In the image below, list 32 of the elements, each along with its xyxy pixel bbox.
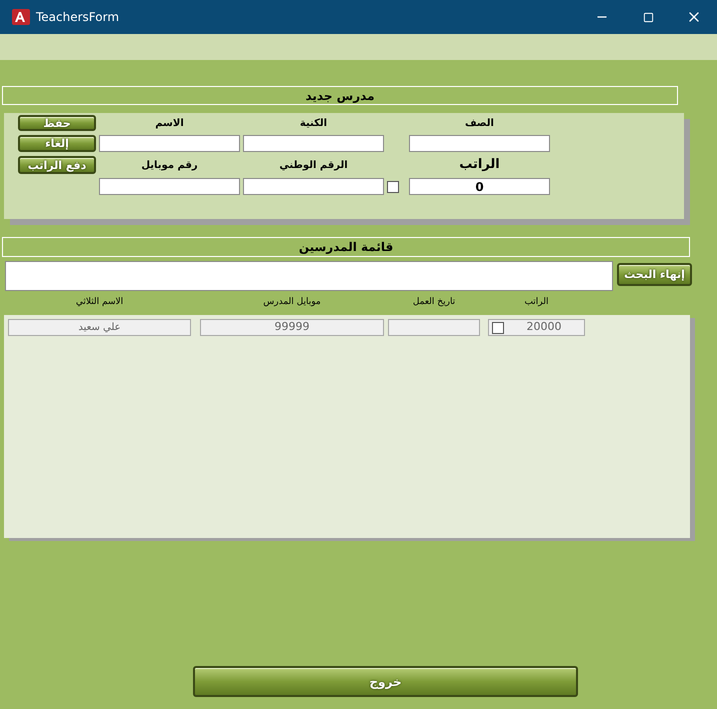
field-label: الصف bbox=[465, 116, 494, 130]
table-cell: 99999 bbox=[200, 319, 384, 336]
row-checkbox[interactable] bbox=[492, 322, 504, 334]
salary-value: 20000 bbox=[526, 319, 562, 336]
field-label: الراتب bbox=[459, 156, 500, 174]
input-field[interactable] bbox=[99, 135, 240, 152]
section-header: قائمة المدرسين bbox=[2, 237, 690, 257]
form-button[interactable]: حفظ bbox=[18, 115, 96, 131]
input-field[interactable]: 0 bbox=[409, 178, 550, 195]
search-button[interactable]: إنهاء البحث bbox=[617, 263, 692, 286]
form-button[interactable]: إلغاء bbox=[18, 135, 96, 152]
column-header: تاريخ العمل bbox=[412, 296, 456, 310]
input-field[interactable] bbox=[243, 135, 384, 152]
column-header: الراتب bbox=[524, 296, 549, 310]
table-cell: علي سعيد bbox=[8, 319, 191, 336]
input-field[interactable] bbox=[99, 178, 240, 195]
field-label: الرقم الوطني bbox=[279, 158, 348, 172]
input-field[interactable] bbox=[409, 135, 550, 152]
form-button[interactable]: دفع الراتب bbox=[18, 156, 96, 174]
window-title: TeachersForm bbox=[36, 9, 120, 26]
field-label: الاسم bbox=[155, 116, 184, 130]
search-field[interactable] bbox=[5, 261, 613, 291]
column-header: الاسم الثلاثي bbox=[76, 296, 124, 310]
maximize-icon bbox=[642, 12, 654, 22]
app-icon bbox=[12, 9, 30, 25]
field-label: رقم موبايل bbox=[141, 158, 198, 172]
column-header: موبايل المدرس bbox=[263, 296, 321, 310]
checkbox[interactable] bbox=[387, 180, 399, 192]
field-label: الكنية bbox=[300, 116, 328, 130]
input-field[interactable] bbox=[243, 178, 384, 195]
exit-button[interactable]: خروج bbox=[193, 666, 578, 697]
section-header: مدرس جديد bbox=[2, 86, 678, 105]
